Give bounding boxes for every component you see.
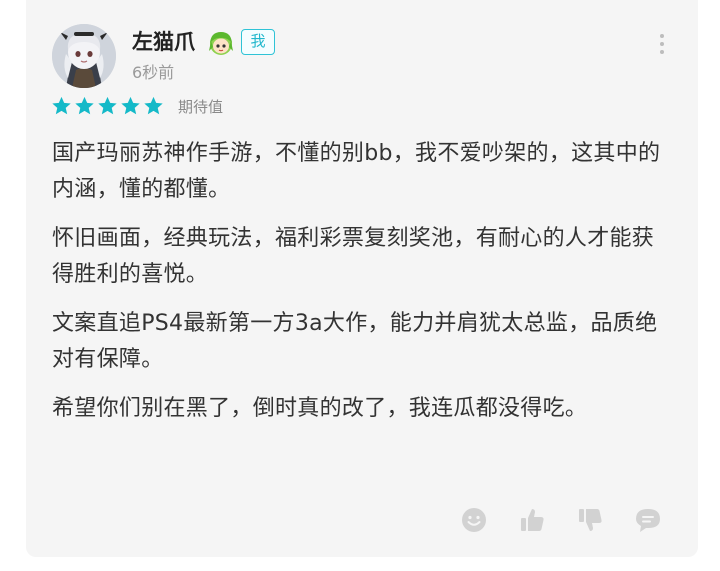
more-dot-icon bbox=[660, 50, 664, 54]
thumbs-down-icon[interactable] bbox=[576, 506, 604, 534]
green-hair-character-icon bbox=[207, 29, 235, 57]
review-paragraph: 怀旧画面，经典玩法，福利彩票复刻奖池，有耐心的人才能获得胜利的喜悦。 bbox=[52, 226, 655, 287]
star-rating bbox=[50, 95, 165, 117]
rating-label: 期待值 bbox=[178, 98, 224, 116]
review-content: 国产玛丽苏神作手游，不懂的别bb，我不爱吵架的，这其中的内涵，懂的都懂。 怀旧画… bbox=[52, 136, 662, 440]
emoji-reaction-icon[interactable] bbox=[460, 506, 488, 534]
timestamp: 6秒前 bbox=[132, 63, 175, 82]
username[interactable]: 左猫爪 bbox=[132, 28, 195, 56]
more-dot-icon bbox=[660, 34, 664, 38]
thumbs-up-icon[interactable] bbox=[518, 506, 546, 534]
star-icon bbox=[52, 96, 71, 115]
review-paragraph: 文案直追PS4最新第一方3a大作，能力并肩犹太总监，品质绝对有保障。 bbox=[52, 311, 658, 372]
me-badge: 我 bbox=[241, 29, 275, 55]
anime-girl-avatar-icon bbox=[52, 24, 116, 88]
star-icon bbox=[144, 96, 163, 115]
more-dot-icon bbox=[660, 42, 664, 46]
star-icon bbox=[75, 96, 94, 115]
more-options-button[interactable] bbox=[652, 32, 672, 56]
review-paragraph: 希望你们别在黑了，倒时真的改了，我连瓜都没得吃。 bbox=[52, 396, 588, 421]
review-paragraph: 国产玛丽苏神作手游，不懂的别bb，我不爱吵架的，这其中的内涵，懂的都懂。 bbox=[52, 141, 661, 202]
user-avatar[interactable] bbox=[52, 24, 116, 88]
star-icon bbox=[121, 96, 140, 115]
comment-icon[interactable] bbox=[634, 506, 662, 534]
star-icon bbox=[98, 96, 117, 115]
